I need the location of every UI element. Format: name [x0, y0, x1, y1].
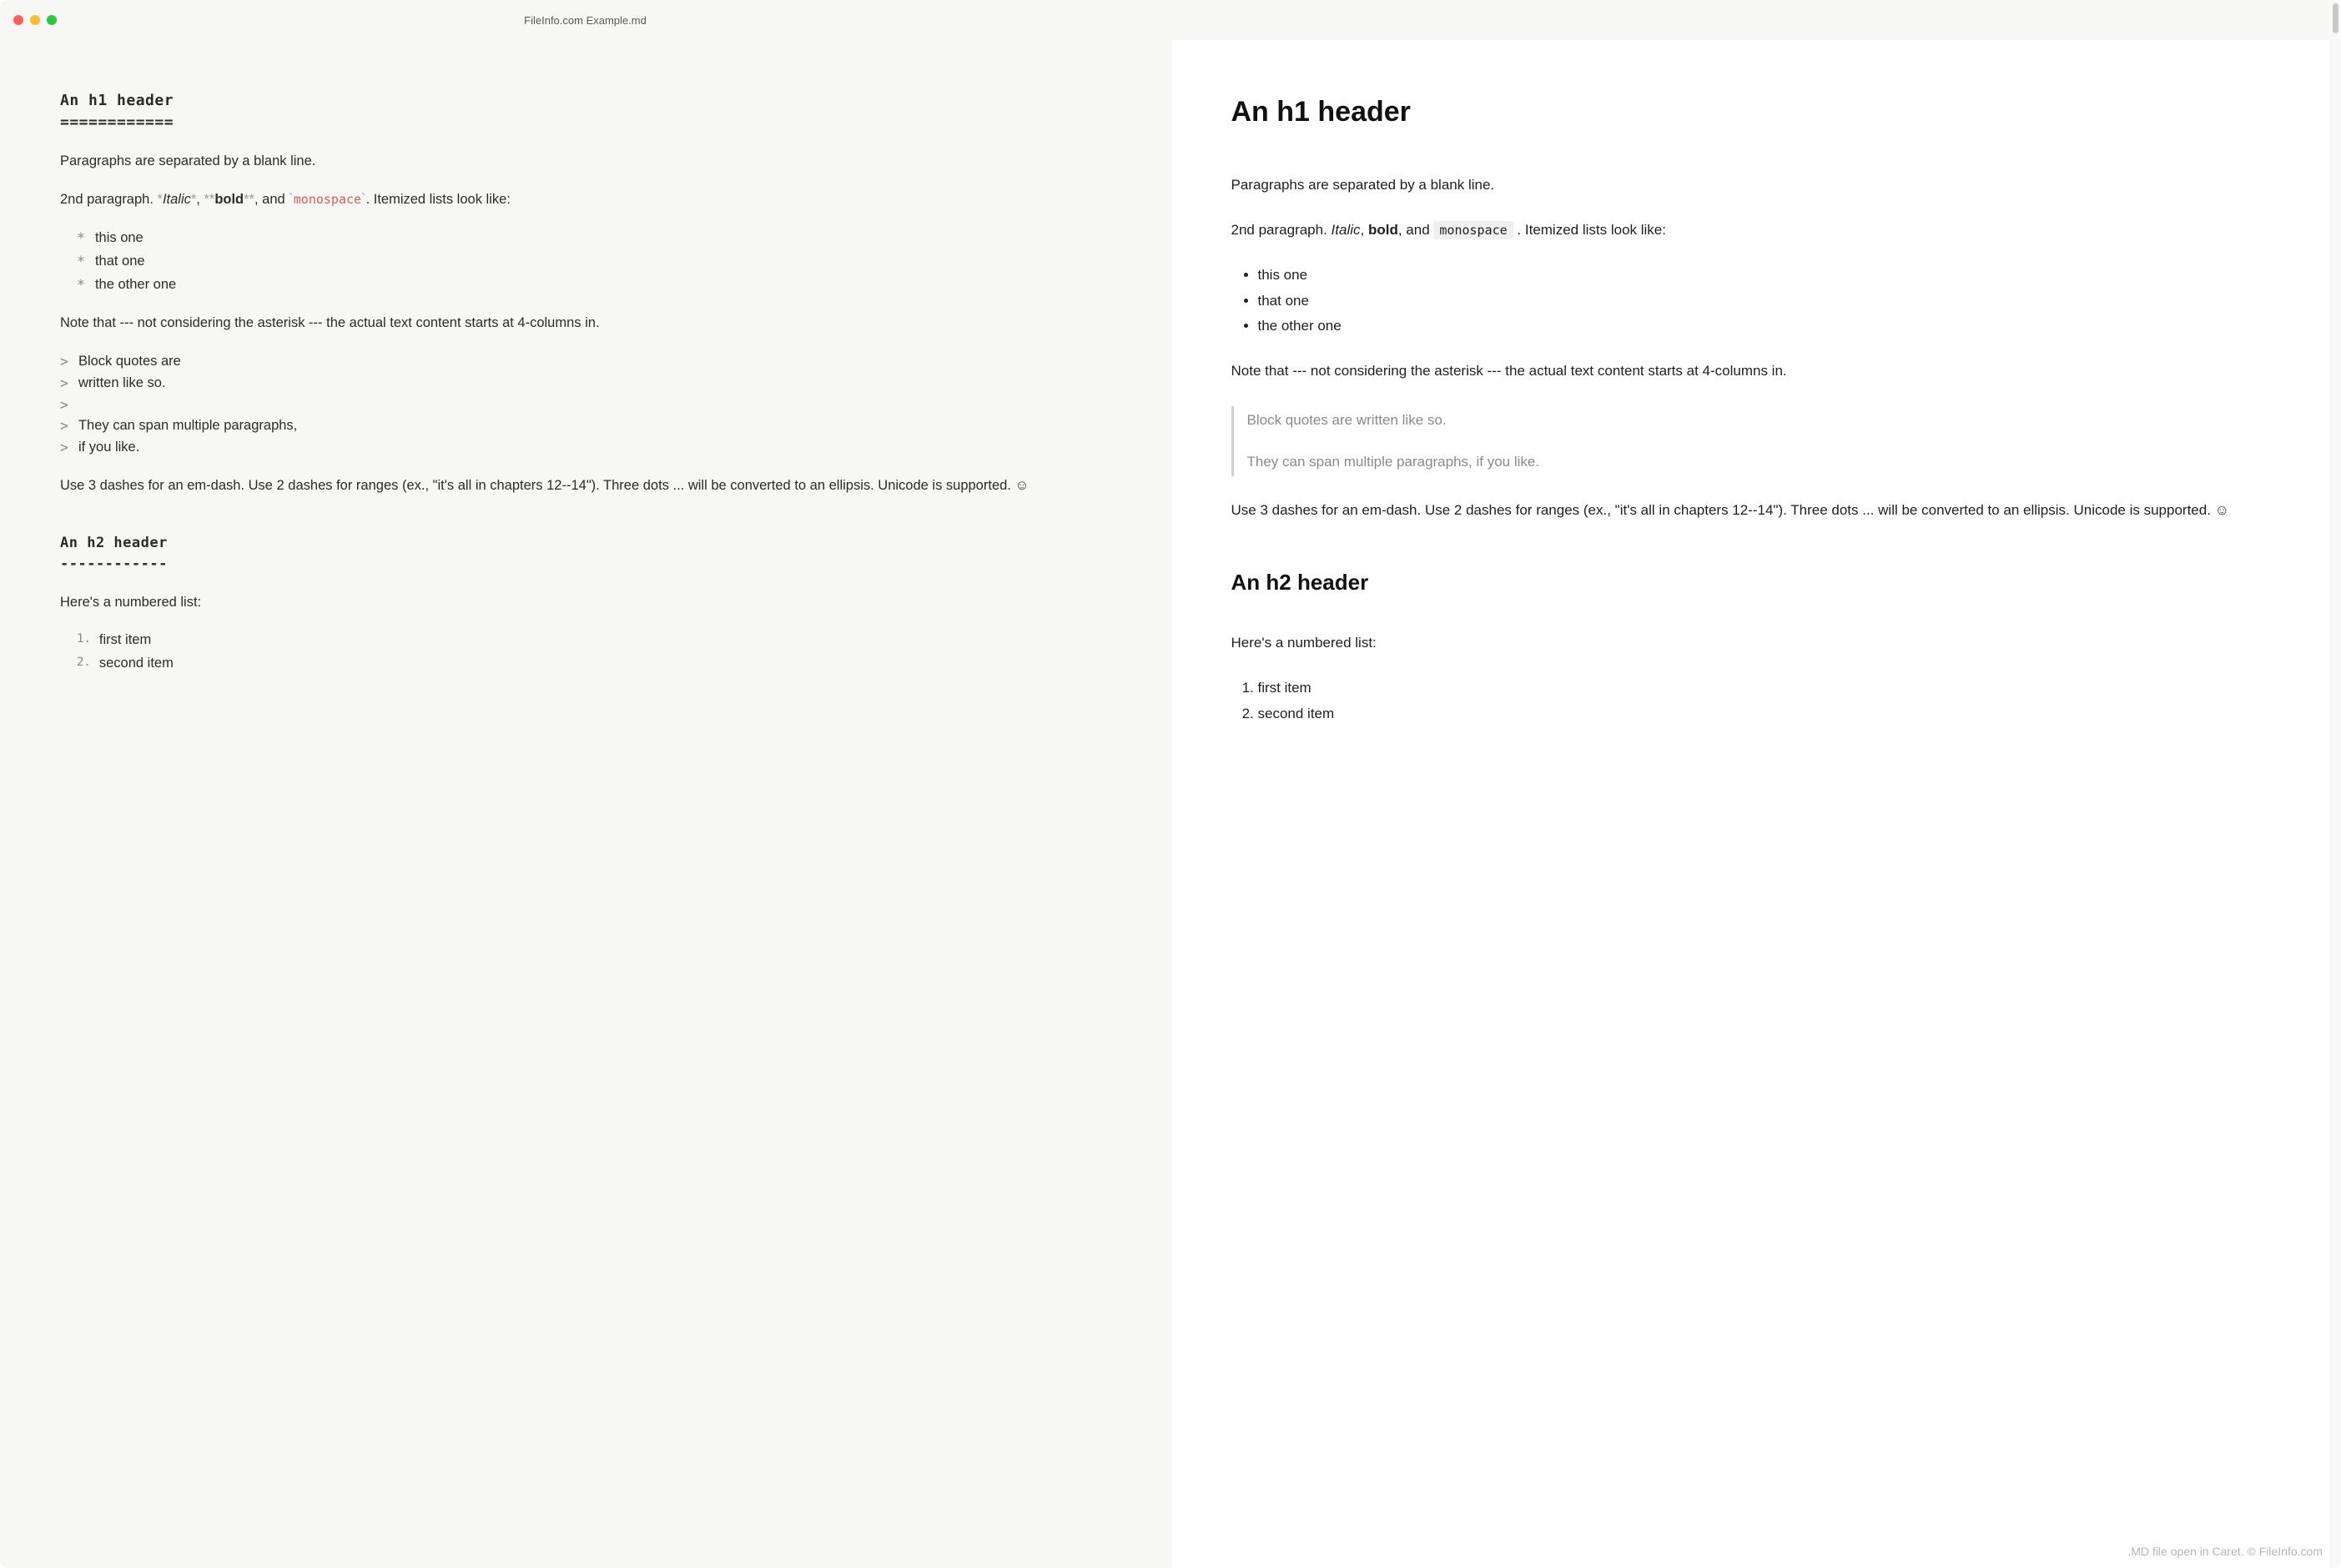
source-paragraph-4[interactable]: Use 3 dashes for an em-dash. Use 2 dashe… [60, 476, 1110, 496]
list-item: that one [1258, 290, 2282, 312]
text-run: . Itemized lists look like: [1517, 222, 1666, 238]
bold-marker: ** [204, 192, 214, 207]
list-item-text: that one [95, 252, 145, 272]
h2-source-text[interactable]: An h2 header [60, 533, 1110, 554]
list-item: second item [1258, 703, 2282, 725]
quote-line[interactable]: > They can span multiple paragraphs, [60, 416, 1110, 436]
rendered-paragraph-1: Paragraphs are separated by a blank line… [1231, 174, 2282, 196]
list-item: first item [1258, 677, 2282, 699]
traffic-lights [13, 15, 57, 25]
bold-text: bold [214, 192, 244, 207]
app-window: FileInfo.com Example.md An h1 header ===… [0, 0, 2341, 1568]
text-run: , and [254, 192, 289, 207]
quote-text: They can span multiple paragraphs, [78, 416, 297, 436]
blockquote-paragraph: Block quotes are written like so. [1247, 410, 2282, 431]
footer-caption: .MD file open in Caret. © FileInfo.com [2127, 1545, 2323, 1558]
code-text: monospace [1433, 221, 1513, 239]
list-item-text: second item [99, 654, 174, 674]
asterisk-icon: * [77, 275, 85, 295]
bold-marker: ** [244, 192, 254, 207]
quote-marker-icon: > [60, 395, 68, 415]
asterisk-icon: * [77, 252, 85, 272]
source-paragraph-2[interactable]: 2nd paragraph. *Italic*, **bold**, and `… [60, 190, 1110, 210]
quote-marker-icon: > [60, 416, 68, 436]
titlebar: FileInfo.com Example.md [0, 0, 2341, 40]
blockquote-paragraph: They can span multiple paragraphs, if yo… [1247, 451, 2282, 473]
list-item[interactable]: * that one [77, 252, 1110, 272]
code-text: monospace [294, 192, 361, 207]
rendered-h2: An h2 header [1231, 565, 2282, 599]
rendered-numbered-list: first item second item [1258, 677, 2282, 725]
rendered-paragraph-4: Use 3 dashes for an em-dash. Use 2 dashe… [1231, 500, 2282, 521]
italic-text: Italic [1332, 222, 1361, 238]
italic-text: Italic [163, 192, 191, 207]
asterisk-icon: * [77, 229, 85, 249]
source-blockquote[interactable]: > Block quotes are > written like so. > > T… [60, 352, 1110, 459]
text-run: . Itemized lists look like: [366, 192, 511, 207]
h1-source-underline[interactable]: ============ [60, 112, 1110, 133]
list-item-text: the other one [95, 275, 176, 295]
rendered-h1: An h1 header [1231, 90, 2282, 134]
quote-text: if you like. [78, 438, 139, 458]
scrollbar-thumb[interactable] [2333, 3, 2338, 33]
number-marker: 2. [77, 654, 91, 674]
rendered-paragraph-3: Note that --- not considering the asteri… [1231, 360, 2282, 382]
quote-line[interactable]: > written like so. [60, 374, 1110, 394]
number-marker: 1. [77, 631, 91, 651]
scrollbar-track[interactable] [2329, 0, 2341, 1568]
bold-text: bold [1368, 222, 1398, 238]
window-title: FileInfo.com Example.md [0, 14, 1170, 27]
list-item[interactable]: 1. first item [77, 631, 1110, 651]
quote-text: written like so. [78, 374, 166, 394]
quote-line[interactable]: > if you like. [60, 438, 1110, 458]
source-editor-pane[interactable]: An h1 header ============ Paragraphs are… [0, 40, 1171, 1568]
source-content[interactable]: An h1 header ============ Paragraphs are… [60, 90, 1110, 674]
close-icon[interactable] [13, 15, 23, 25]
list-item: the other one [1258, 315, 2282, 337]
maximize-icon[interactable] [47, 15, 57, 25]
list-item-text: this one [95, 229, 143, 249]
text-run: 2nd paragraph. [60, 192, 158, 207]
list-item[interactable]: * this one [77, 229, 1110, 249]
preview-pane[interactable]: An h1 header Paragraphs are separated by… [1171, 40, 2341, 1568]
quote-text: Block quotes are [78, 352, 181, 372]
list-item: this one [1258, 264, 2282, 286]
rendered-paragraph-5: Here's a numbered list: [1231, 632, 2282, 654]
rendered-paragraph-2: 2nd paragraph. Italic, bold, and monospa… [1231, 219, 2282, 241]
text-run: , and [1398, 222, 1434, 238]
rendered-blockquote: Block quotes are written like so. They c… [1231, 406, 2282, 477]
source-paragraph-1[interactable]: Paragraphs are separated by a blank line… [60, 152, 1110, 172]
quote-marker-icon: > [60, 374, 68, 394]
source-numbered-list[interactable]: 1. first item 2. second item [77, 631, 1110, 674]
minimize-icon[interactable] [30, 15, 40, 25]
quote-line[interactable]: > [60, 395, 1110, 415]
source-bullet-list[interactable]: * this one * that one * the other one [77, 229, 1110, 295]
list-item[interactable]: 2. second item [77, 654, 1110, 674]
rendered-content: An h1 header Paragraphs are separated by… [1231, 90, 2282, 725]
text-run: 2nd paragraph. [1231, 222, 1332, 238]
quote-line[interactable]: > Block quotes are [60, 352, 1110, 372]
source-paragraph-5[interactable]: Here's a numbered list: [60, 593, 1110, 613]
h1-source-text[interactable]: An h1 header [60, 90, 1110, 112]
h2-source-underline[interactable]: ------------ [60, 554, 1110, 575]
list-item-text: first item [99, 631, 151, 651]
source-paragraph-3[interactable]: Note that --- not considering the asteri… [60, 314, 1110, 334]
text-run: , [1361, 222, 1368, 238]
split-panes: An h1 header ============ Paragraphs are… [0, 40, 2341, 1568]
rendered-bullet-list: this one that one the other one [1258, 264, 2282, 337]
list-item[interactable]: * the other one [77, 275, 1110, 295]
quote-marker-icon: > [60, 352, 68, 372]
quote-marker-icon: > [60, 438, 68, 458]
